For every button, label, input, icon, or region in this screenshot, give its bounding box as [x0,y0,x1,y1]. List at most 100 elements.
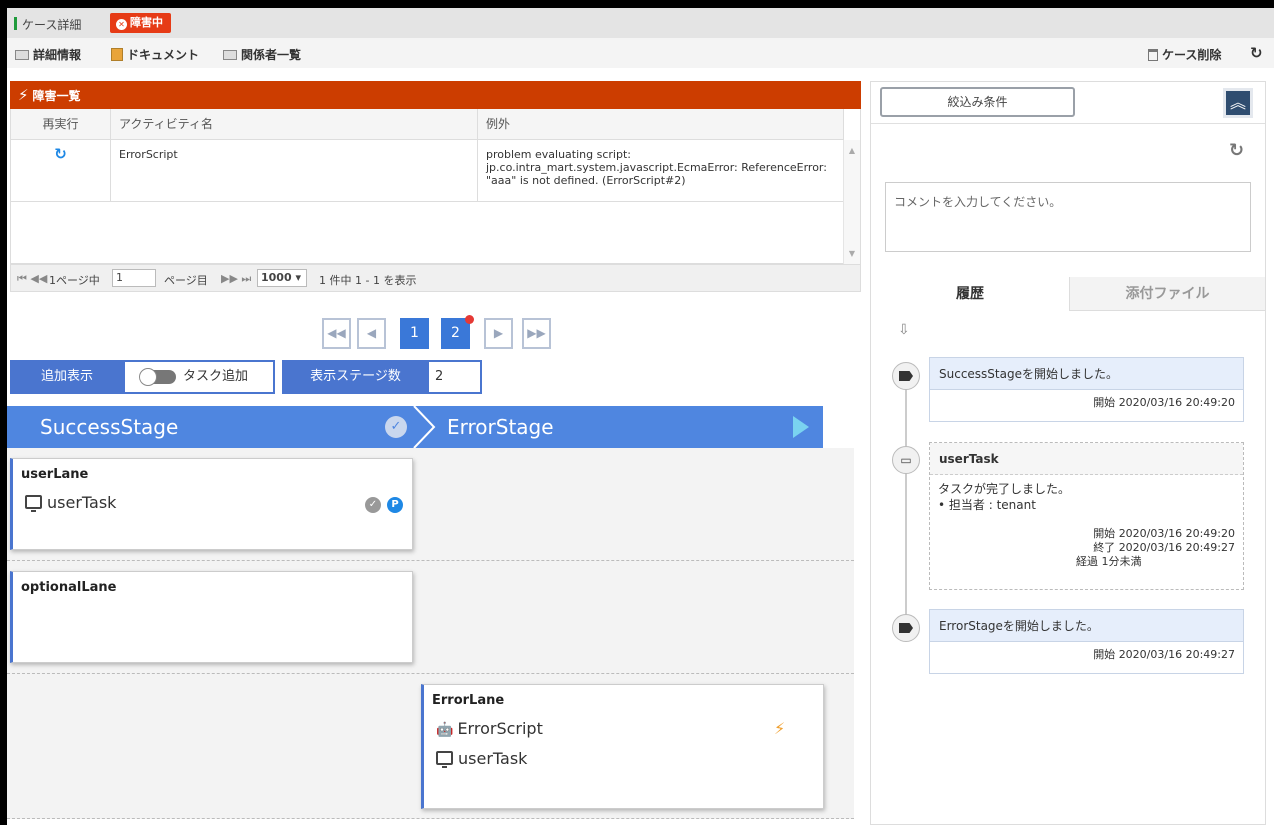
stage-page-1-button[interactable]: 1 [400,318,429,349]
history-item: SuccessStageを開始しました。 開始 2020/03/16 20:49… [929,357,1244,422]
history-start: 開始 2020/03/16 20:49:27 [930,642,1243,662]
side-panel: 絞込み条件 ︽ ↻ コメントを入力してください。 履歴 添付ファイル ⇩ Suc… [870,81,1266,825]
last-stage-page-button[interactable]: ▶▶ [522,318,551,349]
user-task-icon: ▭ [892,446,920,474]
start-label: 開始 [1093,648,1116,661]
task-label: userTask [47,493,117,512]
history-message: タスクが完了しました。 [938,482,1071,496]
documents-button[interactable]: ドキュメント [111,46,199,63]
stakeholders-icon [223,50,237,60]
page-size-select[interactable]: 1000 ▾ [257,269,307,287]
stage-flag-icon [892,362,920,390]
column-header-retry[interactable]: 再実行 [11,109,111,140]
first-stage-page-button[interactable]: ◀◀ [322,318,351,349]
stage-count-control: 表示ステージ数 2 [282,360,482,394]
task-add-toggle[interactable]: タスク追加 [125,362,273,392]
prev-stage-page-button[interactable]: ◀ [357,318,386,349]
history-message: SuccessStageを開始しました。 [930,358,1243,390]
stakeholders-button[interactable]: 関係者一覧 [223,46,301,63]
additional-display-control: 追加表示 タスク追加 [10,360,275,394]
history-item: ErrorStageを開始しました。 開始 2020/03/16 20:49:2… [929,609,1244,674]
history-title: userTask [930,443,1243,475]
error-list-header: ⚡ 障害一覧 [10,81,861,109]
next-last-page-icons[interactable]: ▶▶ ⏭ [221,272,251,286]
table-scrollbar[interactable]: ▲ ▼ [843,140,860,264]
error-zigzag-icon: ⚡ [18,86,29,104]
page-count-label: 1ページ中 [49,274,100,287]
stage-count-input[interactable]: 2 [429,362,480,392]
status-badge: ✕ 障害中 [110,13,171,33]
page-suffix-label: ページ目 [164,274,208,287]
lane-row-optional: optionalLane [7,561,854,674]
stage-success[interactable]: SuccessStage [40,415,178,439]
start-label: 開始 [1093,527,1116,540]
tab-history[interactable]: 履歴 [871,277,1070,311]
trash-icon [1148,49,1158,61]
history-times: 開始 2020/03/16 20:49:20 終了 2020/03/16 20:… [930,519,1243,569]
toolbar: 詳細情報 ドキュメント 関係者一覧 ケース削除 ↻ [7,38,1274,68]
page-input[interactable]: 1 [112,269,156,287]
documents-label: ドキュメント [127,48,200,62]
start-label: 開始 [1093,396,1116,409]
lane-card-error[interactable]: ErrorLane 🤖 ErrorScript ⚡ userTask [421,684,824,809]
task-complete-check-icon: ✓ [365,497,381,513]
history-start: 開始 2020/03/16 20:49:20 [930,390,1243,410]
additional-display-label: 追加表示 [40,369,93,384]
assignee-text: 担当者 : tenant [948,498,1036,512]
stakeholders-label: 関係者一覧 [241,48,302,62]
column-header-activity[interactable]: アクティビティ名 [111,109,478,140]
page-size-value: 1000 [261,271,292,284]
exception-cell: problem evaluating script: jp.co.intra_m… [478,140,844,202]
column-header-exception[interactable]: 例外 [478,109,844,140]
delete-case-button[interactable]: ケース削除 [1148,46,1221,63]
user-task-icon [25,495,42,512]
timeline-line [905,372,907,637]
end-time: 2020/03/16 20:49:27 [1118,541,1235,554]
divider [871,123,1265,124]
task-user-error-lane[interactable]: userTask [436,749,527,768]
error-zigzag-icon: ⚡ [774,719,786,738]
refresh-icon[interactable]: ↻ [1250,44,1263,62]
refresh-icon[interactable]: ↻ [1229,140,1244,161]
first-last-page-icons[interactable]: ⏮ ◀◀ [17,272,47,286]
next-stage-page-button[interactable]: ▶ [484,318,513,349]
lane-row-user: userLane userTask ✓ P [7,448,854,561]
comment-input[interactable]: コメントを入力してください。 [885,182,1251,252]
task-user[interactable]: userTask [25,493,116,512]
elapsed-label: 経過 [1076,555,1098,568]
details-label: 詳細情報 [33,48,82,62]
history-message: ErrorStageを開始しました。 [930,610,1243,642]
status-indicator-icon [14,17,17,30]
elapsed-value: 1分未満 [1101,555,1142,568]
robot-script-icon: 🤖 [436,722,454,738]
history-body: タスクが完了しました。 • 担当者 : tenant [930,475,1243,519]
play-icon [793,416,809,438]
lane-title: userLane [21,467,89,482]
start-time: 2020/03/16 20:49:20 [1118,527,1235,540]
lane-card-user[interactable]: userLane userTask ✓ P [10,458,413,550]
toggle-knob[interactable] [139,368,157,386]
task-error-script[interactable]: 🤖 ErrorScript [436,719,543,738]
stage-bar: SuccessStage ✓ ErrorStage [7,406,823,448]
title-bar: ケース詳細 ✕ 障害中 [7,8,1274,38]
collapse-icon[interactable]: ︽ [1223,88,1253,118]
start-time: 2020/03/16 20:49:27 [1118,648,1235,661]
error-table: 再実行 アクティビティ名 例外 ↻ ErrorScript problem ev… [10,109,861,264]
tab-bar: 履歴 添付ファイル [871,277,1265,311]
status-badge-label: 障害中 [130,16,163,29]
retry-icon[interactable]: ↻ [11,140,111,202]
start-time: 2020/03/16 20:49:20 [1118,396,1235,409]
history-item: userTask タスクが完了しました。 • 担当者 : tenant 開始 2… [929,442,1244,590]
sort-icon[interactable]: ⇩ [898,322,910,338]
stage-error[interactable]: ErrorStage [447,415,554,439]
error-status-icon: ✕ [116,19,127,30]
filter-button[interactable]: 絞込み条件 [880,87,1075,117]
details-button[interactable]: 詳細情報 [15,46,81,63]
stage-divider-chevron [413,406,436,448]
notification-dot [465,315,474,324]
lane-card-optional[interactable]: optionalLane [10,571,413,663]
table-pager: ⏮ ◀◀ 1ページ中 1 ページ目 ▶▶ ⏭ 1000 ▾ 1 件中 1 - 1… [10,264,861,292]
page-title: ケース詳細 [22,18,82,32]
lane-title: ErrorLane [432,693,505,708]
tab-attachments[interactable]: 添付ファイル [1070,277,1265,311]
